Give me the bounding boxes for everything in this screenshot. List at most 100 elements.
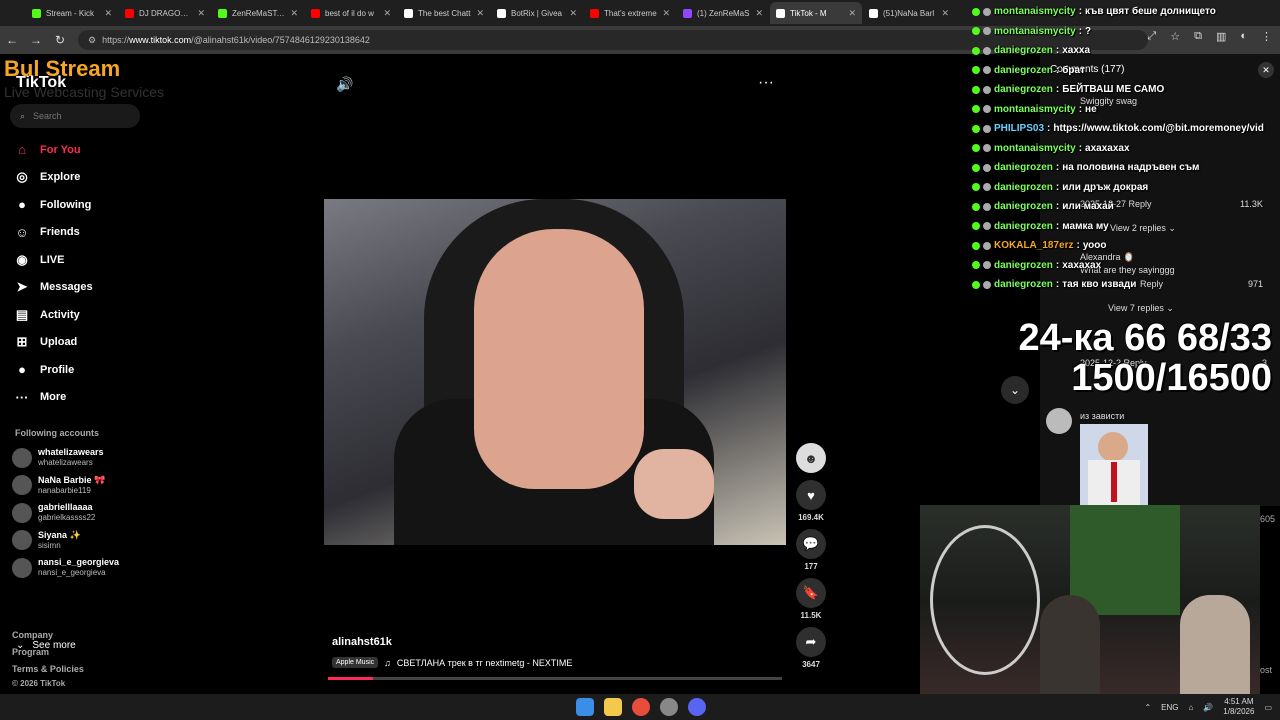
nav-item-friends[interactable]: ☺ Friends [12, 219, 93, 247]
tab-favicon-icon [869, 8, 878, 18]
notification-icon[interactable]: ▭ [1264, 703, 1272, 712]
nav-item-explore[interactable]: ◎ Explore [12, 164, 93, 192]
video-progress-bar[interactable] [328, 677, 782, 680]
footer-program[interactable]: Program [12, 647, 49, 657]
chat-username[interactable]: daniegrozen [994, 84, 1053, 95]
video-author[interactable]: alinahst61k [332, 636, 392, 648]
footer-copyright: © 2026 TikTok [12, 679, 66, 688]
avatar [12, 447, 32, 468]
save-button[interactable]: 🔖 11.5K [796, 578, 826, 620]
search-box[interactable]: ⌕ [10, 104, 140, 128]
close-tab-icon[interactable]: ✕ [290, 8, 298, 19]
chat-username[interactable]: daniegrozen [994, 279, 1053, 290]
reload-icon[interactable]: ↻ [48, 33, 72, 47]
badge-icon [983, 85, 991, 94]
footer-terms[interactable]: Terms & Policies [12, 664, 84, 674]
language-indicator[interactable]: ENG [1161, 703, 1178, 712]
comment-button[interactable]: 💬 177 [796, 529, 826, 571]
close-tab-icon[interactable]: ✕ [941, 8, 949, 19]
view-replies-button[interactable]: View 7 replies ⌄ [1108, 303, 1174, 314]
chat-text: къв цвят беше долнището [1085, 6, 1216, 18]
close-tab-icon[interactable]: ✕ [569, 8, 577, 19]
file-explorer-icon[interactable] [604, 698, 622, 716]
badge-icon [972, 124, 980, 133]
avatar [12, 557, 32, 578]
following-account[interactable]: Siyana ✨ sisimn [12, 527, 119, 555]
search-input[interactable] [33, 111, 124, 121]
nav-item-live[interactable]: ◉ LIVE [12, 246, 93, 274]
browser-tab[interactable]: ZenReMaSTa V ✕ [212, 2, 304, 24]
badge-icon [983, 124, 991, 133]
following-account[interactable]: nansi_e_georgieva nansi_e_georgieva [12, 554, 119, 582]
badge-icon [972, 183, 980, 192]
chevron-up-icon[interactable]: ⌃ [1144, 703, 1151, 712]
badge-icon [972, 46, 980, 55]
chat-username[interactable]: daniegrozen [994, 221, 1053, 232]
volume-icon[interactable]: 🔊 [336, 76, 353, 93]
share-button[interactable]: ➦ 3647 [796, 627, 826, 669]
volume-tray-icon[interactable]: 🔊 [1203, 703, 1213, 712]
nav-item-messages[interactable]: ➤ Messages [12, 274, 93, 302]
chat-username[interactable]: montanaismycity [994, 104, 1076, 115]
video-player[interactable] [324, 199, 786, 545]
browser-tab[interactable]: best of il do w ✕ [305, 2, 397, 24]
apple-music-badge[interactable]: Apple Music [332, 657, 379, 668]
footer-company[interactable]: Company [12, 630, 53, 640]
chat-username[interactable]: montanaismycity [994, 143, 1076, 154]
chat-username[interactable]: montanaismycity [994, 6, 1076, 17]
close-tab-icon[interactable]: ✕ [197, 8, 205, 19]
chat-message: daniegrozen: хахахах [972, 256, 1278, 276]
browser-tab[interactable]: BotRix | Givea ✕ [491, 2, 583, 24]
tab-favicon-icon [776, 8, 785, 18]
close-tab-icon[interactable]: ✕ [755, 8, 763, 19]
account-name: nansi_e_georgieva [38, 557, 120, 568]
nav-item-more[interactable]: ··· More [12, 384, 93, 412]
chat-username[interactable]: KOKALA_187erz [994, 240, 1073, 251]
following-account[interactable]: NaNa Barbie 🎀 nanabarbie119 [12, 472, 119, 500]
chat-username[interactable]: daniegrozen [994, 182, 1053, 193]
site-info-icon[interactable]: ⚙ [88, 35, 96, 46]
like-button[interactable]: ♥ 169.4K [796, 480, 826, 522]
close-tab-icon[interactable]: ✕ [848, 8, 856, 19]
nav-item-following[interactable]: ● Following [12, 191, 93, 219]
browser-tab[interactable]: (51)NaNa Barl ✕ [863, 2, 955, 24]
chat-text: хахахах [1062, 259, 1102, 271]
close-tab-icon[interactable]: ✕ [662, 8, 670, 19]
clock[interactable]: 4:51 AM 1/8/2026 [1223, 697, 1254, 717]
chat-username[interactable]: daniegrozen [994, 201, 1053, 212]
forward-icon[interactable]: → [24, 33, 48, 47]
account-handle: nanabarbie119 [38, 485, 91, 495]
discord-icon[interactable] [688, 698, 706, 716]
chrome-icon[interactable] [632, 698, 650, 716]
nav-item-activity[interactable]: ▤ Activity [12, 301, 93, 329]
close-tab-icon[interactable]: ✕ [104, 8, 112, 19]
more-options-icon[interactable]: ··· [758, 74, 774, 92]
chat-username[interactable]: montanaismycity [994, 26, 1076, 37]
browser-tab[interactable]: DJ DRAGOTIN ✕ [119, 2, 211, 24]
nav-item-profile[interactable]: ● Profile [12, 356, 93, 384]
nav-item-for-you[interactable]: ⌂ For You [12, 136, 93, 164]
avatar[interactable] [1046, 408, 1072, 434]
creator-avatar[interactable]: ☻ [796, 443, 826, 473]
chat-username[interactable]: PHILIPS03 [994, 123, 1044, 134]
back-icon[interactable]: ← [0, 33, 24, 47]
following-account[interactable]: whatelizawears whatelizawears [12, 444, 119, 472]
nav-item-upload[interactable]: ⊞ Upload [12, 329, 93, 357]
browser-tab[interactable]: The best Chatt ✕ [398, 2, 490, 24]
obs-icon[interactable] [660, 698, 678, 716]
close-tab-icon[interactable]: ✕ [476, 8, 484, 19]
windows-start-icon[interactable] [576, 698, 594, 716]
browser-tab[interactable]: (1) ZenReMaS ✕ [677, 2, 769, 24]
chat-username[interactable]: daniegrozen [994, 45, 1053, 56]
chat-username[interactable]: daniegrozen [994, 260, 1053, 271]
network-icon[interactable]: ⌂ [1188, 703, 1193, 712]
following-account[interactable]: gabrielllaaaa gabrielkassss22 [12, 499, 119, 527]
chat-username[interactable]: daniegrozen [994, 65, 1053, 76]
close-tab-icon[interactable]: ✕ [383, 8, 391, 19]
music-info[interactable]: Apple Music ♫ СВЕТЛАНА трек в тг nextime… [332, 657, 572, 668]
browser-tab[interactable]: Stream - Kick ✕ [26, 2, 118, 24]
chat-username[interactable]: daniegrozen [994, 162, 1053, 173]
browser-tab[interactable]: That's extreme ✕ [584, 2, 676, 24]
browser-tab[interactable]: TikTok - M ✕ [770, 2, 862, 24]
bookmark-icon: 🔖 [796, 578, 826, 608]
